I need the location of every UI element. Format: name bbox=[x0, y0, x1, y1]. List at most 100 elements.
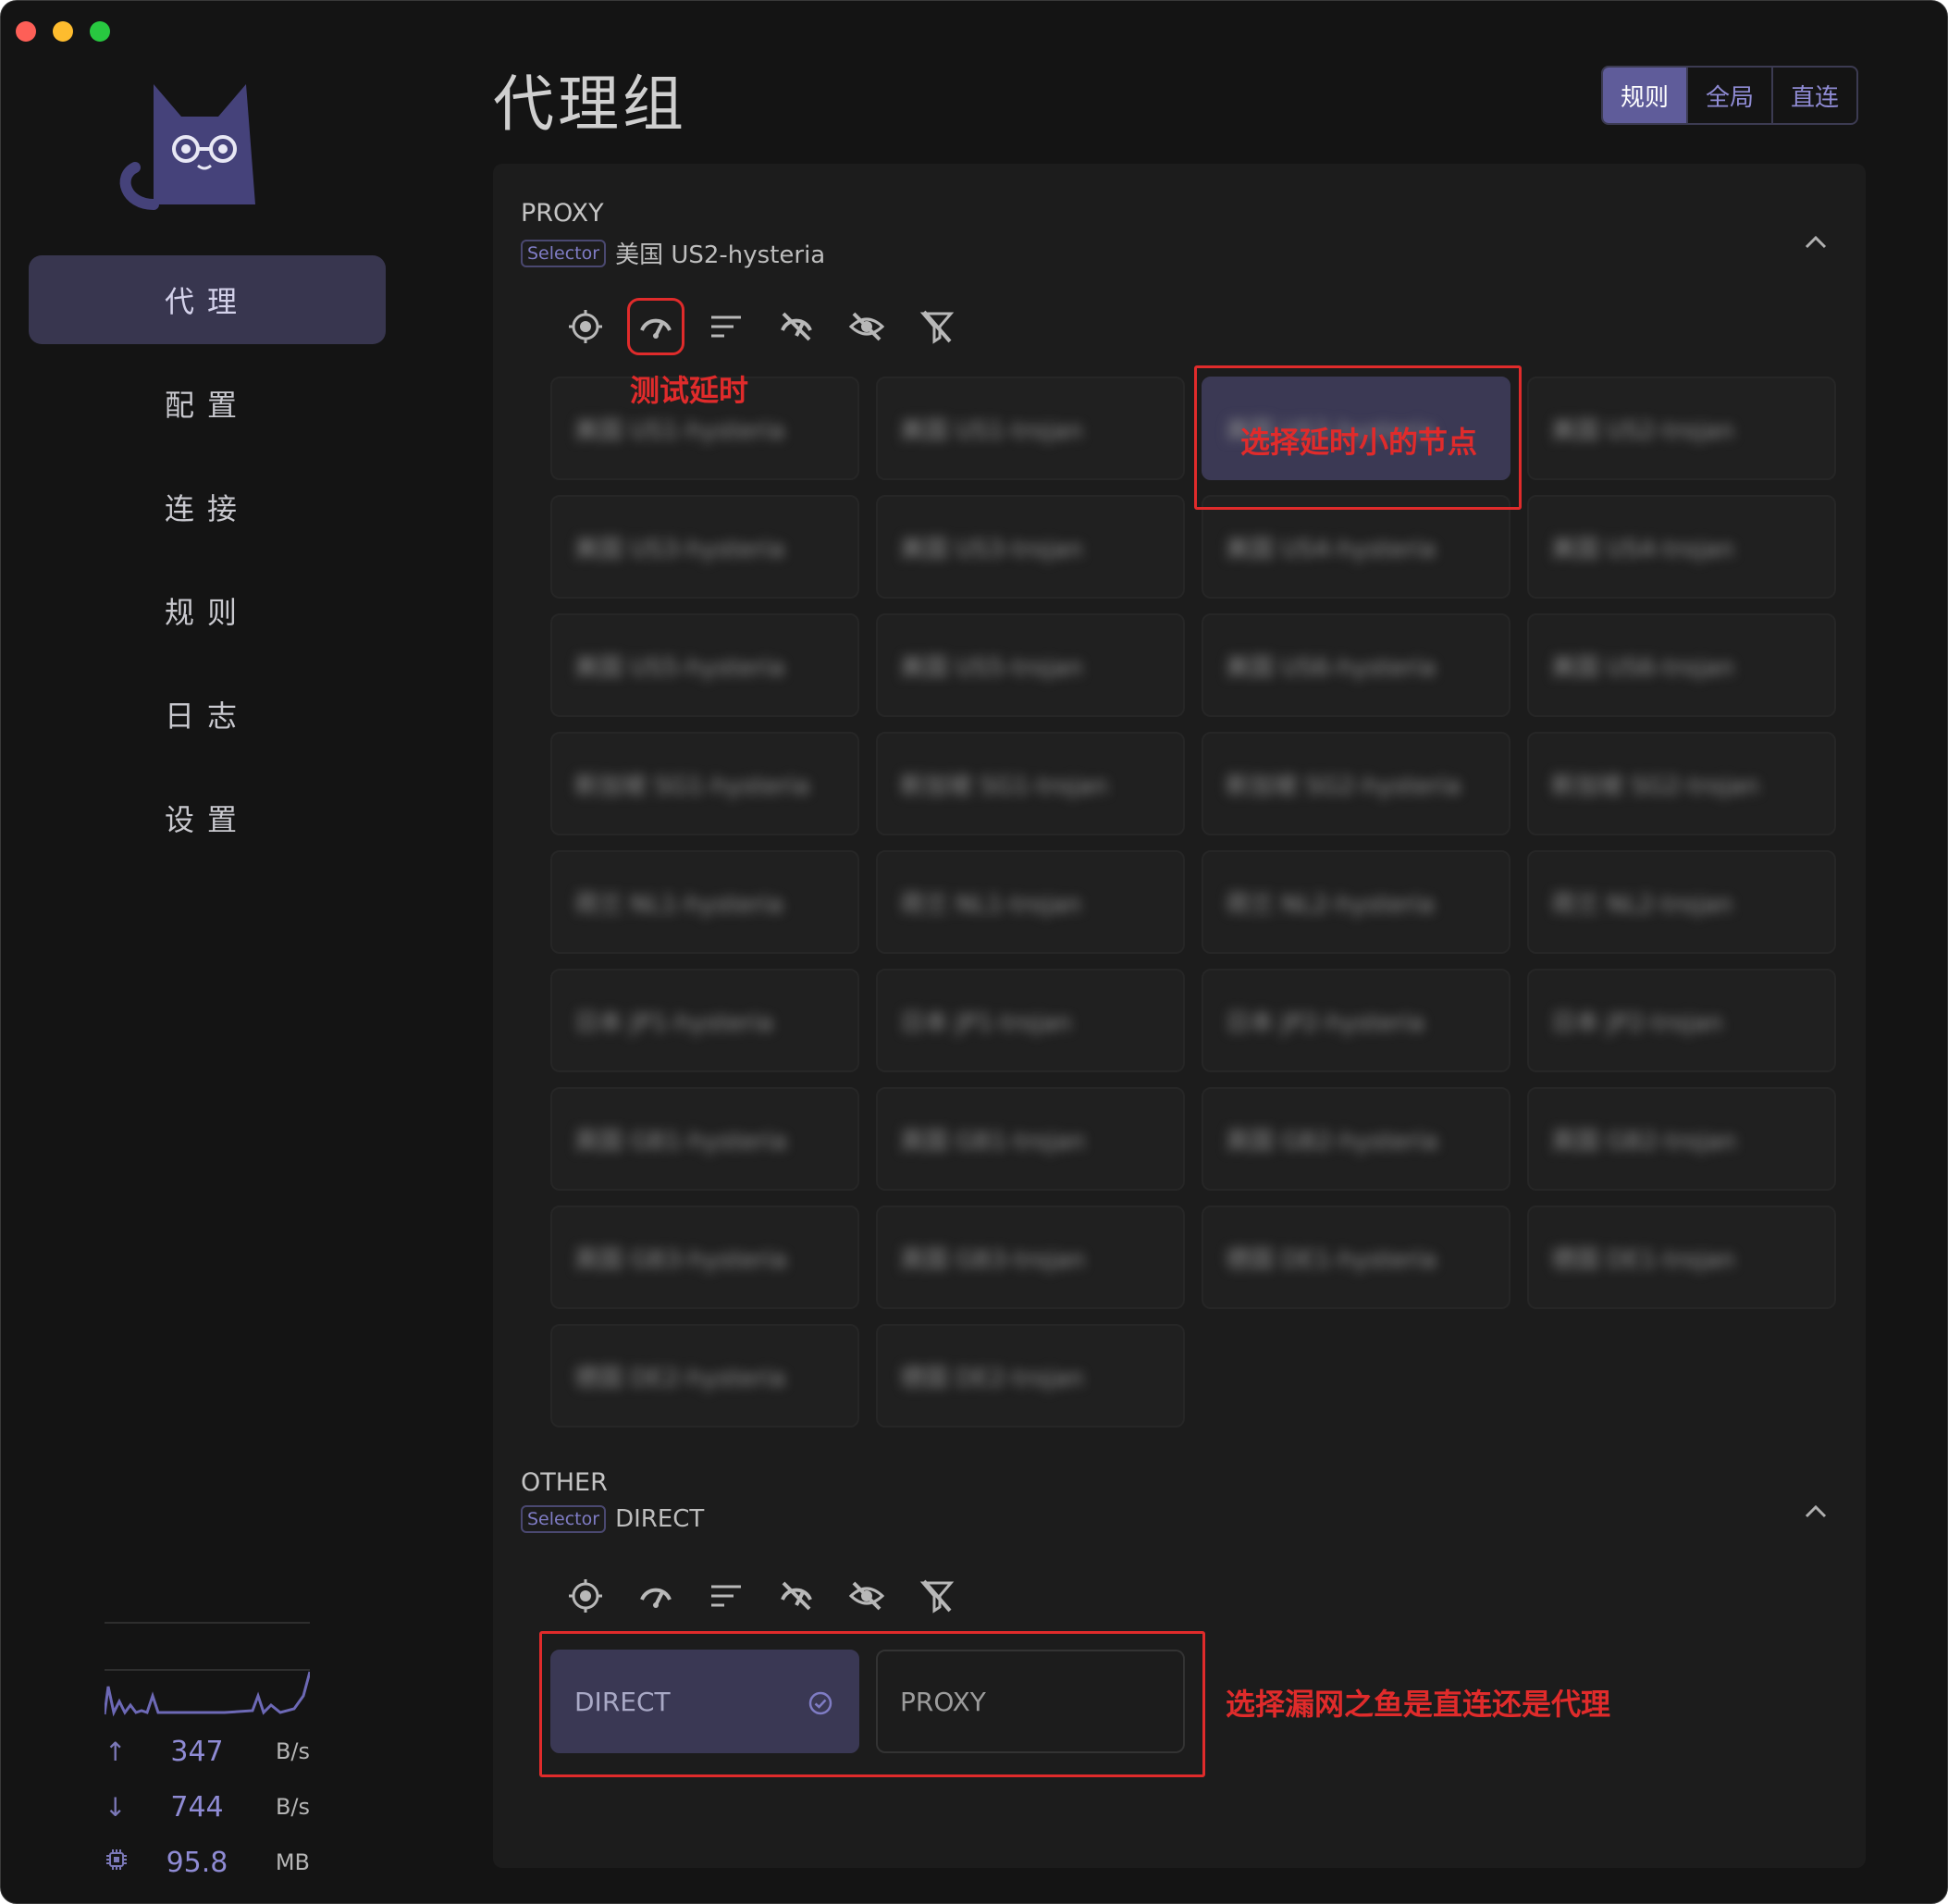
proxy-node[interactable]: 日本 JP1-hysteria bbox=[550, 969, 859, 1072]
proxy-node[interactable]: 荷兰 NL1-trojan bbox=[876, 850, 1185, 954]
node-label: 新加坡 SG1-trojan bbox=[900, 772, 1108, 800]
mode-direct-button[interactable]: 直连 bbox=[1771, 68, 1856, 123]
proxy-node[interactable]: 美国 US3-trojan bbox=[876, 495, 1185, 599]
proxy-node[interactable]: 英国 GB3-hysteria bbox=[550, 1205, 859, 1309]
mode-rule-button[interactable]: 规则 bbox=[1603, 68, 1686, 123]
node-label: 美国 US2-trojan bbox=[1551, 416, 1734, 445]
node-label: 美国 US5-hysteria bbox=[574, 653, 785, 682]
memory-stat: 95.8 MB bbox=[105, 1835, 310, 1890]
memory-value: 95.8 bbox=[166, 1846, 228, 1879]
node-label: 美国 US1-hysteria bbox=[574, 416, 785, 445]
node-label: 美国 US4-trojan bbox=[1551, 535, 1734, 563]
group-toolbar-proxy bbox=[567, 298, 956, 355]
sidebar-item-logs[interactable]: 日志 bbox=[29, 670, 386, 759]
latency-test-icon[interactable] bbox=[627, 298, 684, 355]
node-label: 德国 DE1-trojan bbox=[1551, 1245, 1735, 1274]
proxy-node[interactable]: 美国 US5-trojan bbox=[876, 613, 1185, 717]
hide-icon[interactable] bbox=[848, 1577, 885, 1614]
annotation-test-latency: 测试延时 bbox=[630, 373, 749, 408]
sidebar-item-connections[interactable]: 连接 bbox=[29, 463, 386, 551]
hide-icon[interactable] bbox=[848, 308, 885, 345]
group-selected-node: 美国 US2-hysteria bbox=[615, 241, 826, 269]
proxy-node[interactable]: 英国 GB1-trojan bbox=[876, 1087, 1185, 1191]
proxy-node[interactable]: 英国 GB2-hysteria bbox=[1202, 1087, 1510, 1191]
stats-divider bbox=[105, 1622, 310, 1624]
sort-icon[interactable] bbox=[708, 1577, 745, 1614]
cat-logo-icon bbox=[119, 84, 255, 210]
node-label: 新加坡 SG1-hysteria bbox=[574, 772, 810, 800]
sidebar-item-rules[interactable]: 规则 bbox=[29, 566, 386, 655]
app-window: 代理 配置 连接 规则 日志 设置 ↑ 347 B/s ↓ 744 B/s 95… bbox=[0, 0, 1948, 1904]
node-label: 美国 US3-hysteria bbox=[574, 535, 785, 563]
arrow-down-icon: ↓ bbox=[105, 1791, 127, 1823]
mode-switch: 规则 全局 直连 bbox=[1601, 66, 1858, 125]
proxy-node[interactable]: 美国 US4-trojan bbox=[1527, 495, 1836, 599]
group-other-summary: Selector DIRECT bbox=[521, 1505, 704, 1533]
node-label: 美国 US5-trojan bbox=[900, 653, 1083, 682]
node-label: 美国 US3-trojan bbox=[900, 535, 1083, 563]
proxy-node[interactable]: 美国 US4-hysteria bbox=[1202, 495, 1510, 599]
proxy-node[interactable]: 荷兰 NL2-trojan bbox=[1527, 850, 1836, 954]
proxy-node[interactable]: 美国 US6-trojan bbox=[1527, 613, 1836, 717]
proxy-node[interactable]: 德国 DE2-trojan bbox=[876, 1324, 1185, 1428]
filter-off-icon[interactable] bbox=[919, 1577, 956, 1614]
annotation-choose-other: 选择漏网之鱼是直连还是代理 bbox=[1226, 1687, 1611, 1722]
sidebar: 代理 配置 连接 规则 日志 设置 ↑ 347 B/s ↓ 744 B/s 95… bbox=[1, 1, 417, 1903]
annotation-box-other bbox=[539, 1631, 1205, 1777]
locate-icon[interactable] bbox=[567, 308, 604, 345]
proxy-node[interactable]: 荷兰 NL1-hysteria bbox=[550, 850, 859, 954]
proxy-node[interactable]: 德国 DE1-hysteria bbox=[1202, 1205, 1510, 1309]
download-value: 744 bbox=[170, 1790, 224, 1824]
node-label: 德国 DE2-hysteria bbox=[574, 1364, 786, 1392]
node-label: 美国 US4-hysteria bbox=[1226, 535, 1436, 563]
proxy-node[interactable]: 德国 DE1-trojan bbox=[1527, 1205, 1836, 1309]
collapse-icon[interactable] bbox=[1797, 1492, 1834, 1529]
node-label: 英国 GB2-trojan bbox=[1551, 1127, 1737, 1156]
proxy-node[interactable]: 美国 US5-hysteria bbox=[550, 613, 859, 717]
proxy-groups-panel: PROXY Selector 美国 US2-hysteria 美国 US1-hy… bbox=[493, 164, 1866, 1868]
sort-icon[interactable] bbox=[708, 308, 745, 345]
node-label: 英国 GB1-trojan bbox=[900, 1127, 1086, 1156]
node-label: 日本 JP1-hysteria bbox=[574, 1008, 773, 1037]
proxy-node[interactable]: 英国 GB3-trojan bbox=[876, 1205, 1185, 1309]
proxy-node[interactable]: 英国 GB2-trojan bbox=[1527, 1087, 1836, 1191]
proxy-node[interactable]: 日本 JP1-trojan bbox=[876, 969, 1185, 1072]
node-label: 英国 GB1-hysteria bbox=[574, 1127, 787, 1156]
collapse-icon[interactable] bbox=[1797, 223, 1834, 260]
sidebar-item-proxy[interactable]: 代理 bbox=[29, 255, 386, 344]
download-stat: ↓ 744 B/s bbox=[105, 1779, 310, 1835]
proxy-node[interactable]: 美国 US1-trojan bbox=[876, 377, 1185, 480]
proxy-node[interactable]: 新加坡 SG1-hysteria bbox=[550, 732, 859, 835]
node-label: 英国 GB2-hysteria bbox=[1226, 1127, 1438, 1156]
proxy-node[interactable]: 美国 US3-hysteria bbox=[550, 495, 859, 599]
sidebar-item-settings[interactable]: 设置 bbox=[29, 773, 386, 862]
download-unit: B/s bbox=[275, 1794, 310, 1820]
annotation-choose-node: 选择延时小的节点 bbox=[1240, 425, 1478, 460]
hide-unavailable-icon[interactable] bbox=[778, 1577, 815, 1614]
latency-test-icon[interactable] bbox=[637, 1577, 674, 1614]
upload-stat: ↑ 347 B/s bbox=[105, 1724, 310, 1779]
proxy-node[interactable]: 日本 JP2-hysteria bbox=[1202, 969, 1510, 1072]
sidebar-nav: 代理 配置 连接 规则 日志 设置 bbox=[29, 255, 386, 877]
chip-icon bbox=[105, 1848, 142, 1878]
group-selected-node: DIRECT bbox=[615, 1505, 705, 1533]
proxy-node[interactable]: 新加坡 SG2-hysteria bbox=[1202, 732, 1510, 835]
proxy-node[interactable]: 美国 US2-trojan bbox=[1527, 377, 1836, 480]
proxy-node[interactable]: 新加坡 SG1-trojan bbox=[876, 732, 1185, 835]
node-label: 美国 US6-hysteria bbox=[1226, 653, 1436, 682]
proxy-node[interactable]: 德国 DE2-hysteria bbox=[550, 1324, 859, 1428]
proxy-node[interactable]: 英国 GB1-hysteria bbox=[550, 1087, 859, 1191]
sidebar-item-config[interactable]: 配置 bbox=[29, 359, 386, 448]
node-label: 新加坡 SG2-hysteria bbox=[1226, 772, 1461, 800]
filter-off-icon[interactable] bbox=[919, 308, 956, 345]
mode-global-button[interactable]: 全局 bbox=[1686, 68, 1771, 123]
group-name-other: OTHER bbox=[521, 1468, 608, 1497]
proxy-node[interactable]: 美国 US6-hysteria bbox=[1202, 613, 1510, 717]
proxy-node[interactable]: 荷兰 NL2-hysteria bbox=[1202, 850, 1510, 954]
locate-icon[interactable] bbox=[567, 1577, 604, 1614]
proxy-node[interactable]: 新加坡 SG2-trojan bbox=[1527, 732, 1836, 835]
node-label: 德国 DE1-hysteria bbox=[1226, 1245, 1437, 1274]
node-label: 日本 JP1-trojan bbox=[900, 1008, 1072, 1037]
proxy-node[interactable]: 日本 JP2-trojan bbox=[1527, 969, 1836, 1072]
hide-unavailable-icon[interactable] bbox=[778, 308, 815, 345]
